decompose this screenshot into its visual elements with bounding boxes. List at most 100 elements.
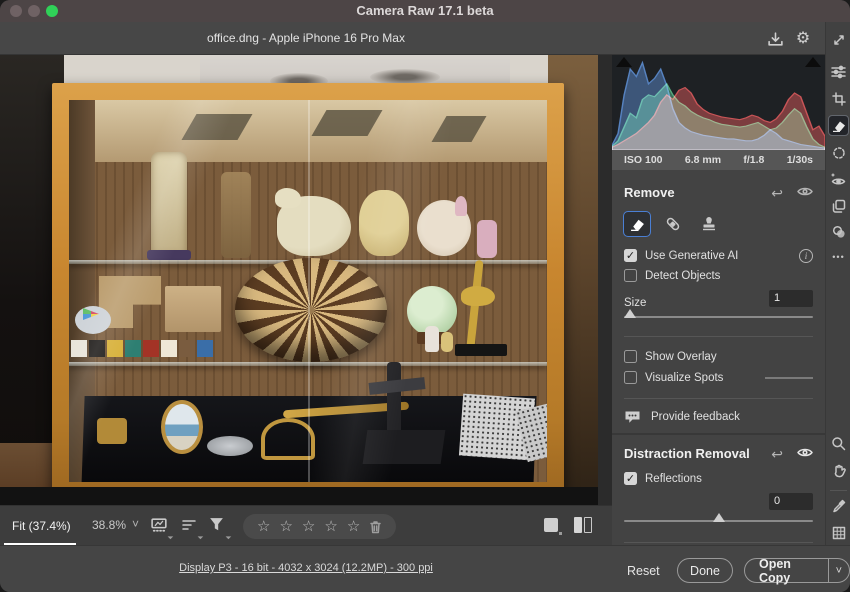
remove-feedback-label: Provide feedback [651,411,740,423]
size-slider [624,310,813,322]
bottom-bar: Display P3 - 16 bit - 4032 x 3024 (12.2M… [0,545,850,592]
more-options-icon[interactable]: ••• [829,247,848,266]
shutter-value: 1/30s [787,154,813,166]
panel-gap [598,55,612,505]
gear-icon[interactable]: ⚙ [793,29,813,49]
exif-bar: ISO 100 6.8 mm f/1.8 1/30s [612,150,825,170]
show-overlay-label: Show Overlay [645,351,717,363]
trash-icon[interactable] [369,520,382,534]
filmstrip-view-icon[interactable] [150,516,170,536]
remove-eraser-icon[interactable] [829,116,848,135]
shadow-clipping-toggle[interactable] [616,57,632,67]
eraser-tool-button[interactable] [624,212,650,236]
panel-body: Remove ↩ ✓ [612,170,825,545]
detect-objects-row[interactable]: ✓ Detect Objects [624,269,813,282]
star-icon[interactable]: ☆ [324,519,337,534]
photo-bottom-shadow [0,487,598,505]
preview-eye-icon[interactable] [797,184,813,202]
tool-strip: ••• [825,22,850,545]
snapshots-icon[interactable] [829,222,848,241]
red-eye-icon[interactable] [829,170,848,189]
star-icon[interactable]: ☆ [279,519,292,534]
iso-value: ISO 100 [624,154,663,166]
expand-icon[interactable] [829,30,848,49]
preview-eye-icon[interactable] [797,445,813,463]
distraction-header: Distraction Removal ↩ [624,445,813,463]
remove-tools [624,212,813,236]
fit-zoom-tab[interactable]: Fit (37.4%) [4,506,79,545]
hand-tool-icon[interactable] [829,462,848,481]
focal-length-value: 6.8 mm [685,154,721,166]
zoom-level[interactable]: 38.8% [92,518,126,532]
remove-title: Remove [624,185,675,200]
show-overlay-checkbox[interactable]: ✓ [624,350,637,363]
show-overlay-row[interactable]: ✓ Show Overlay [624,350,813,363]
single-view-icon[interactable] [544,518,558,532]
visualize-spots-row[interactable]: ✓ Visualize Spots [624,371,813,384]
zoom-chevron-icon[interactable]: ˅ [132,517,139,531]
divider [624,336,813,337]
reflections-row[interactable]: ✓ Reflections [624,472,813,485]
edit-sliders-icon[interactable] [829,62,848,81]
export-icon[interactable] [765,29,785,49]
remove-feedback-button[interactable]: Provide feedback [624,410,813,424]
highlight-clipping-toggle[interactable] [805,57,821,67]
masking-icon[interactable] [829,143,848,162]
reflections-slider-thumb[interactable] [713,513,725,522]
reflections-checkbox[interactable]: ✓ [624,472,637,485]
star-rating: ☆ ☆ ☆ ☆ ☆ [257,519,360,534]
reset-button[interactable]: Reset [619,560,668,582]
open-copy-button[interactable]: Open Copy ˅ [744,558,850,583]
zoom-tool-icon[interactable] [829,434,848,453]
undo-icon[interactable]: ↩ [771,187,783,199]
size-label: Size [624,297,646,309]
sort-order-icon[interactable] [180,516,200,536]
section-divider [612,433,825,435]
star-icon[interactable]: ☆ [257,519,270,534]
glass-reflection-2 [189,100,547,482]
size-slider-thumb[interactable] [624,309,636,318]
reflections-label: Reflections [645,473,702,485]
detect-objects-label: Detect Objects [645,270,720,282]
edit-panel: ISO 100 6.8 mm f/1.8 1/30s Remove ↩ [612,55,825,545]
distraction-title: Distraction Removal [624,446,750,461]
open-copy-chevron-icon[interactable]: ˅ [828,558,849,583]
size-slider-track[interactable] [624,316,813,318]
clone-stamp-tool-button[interactable] [696,212,722,236]
heal-tool-button[interactable] [660,212,686,236]
grid-icon[interactable] [829,523,848,542]
open-copy-label: Open Copy [745,557,828,585]
film-bar: Fit (37.4%) 38.8% ˅ ☆ ☆ ☆ ☆ ☆ [0,505,612,545]
star-icon[interactable]: ☆ [347,519,360,534]
remove-header: Remove ↩ [624,184,813,202]
visualize-spots-label: Visualize Spots [645,372,723,384]
visualize-spots-slider[interactable] [765,377,813,379]
use-generative-ai-label: Use Generative AI [645,250,738,262]
done-button[interactable]: Done [677,558,733,583]
undo-icon[interactable]: ↩ [771,448,783,460]
presets-icon[interactable] [829,196,848,215]
use-generative-ai-row[interactable]: ✓ Use Generative AI i [624,249,813,262]
visualize-spots-checkbox[interactable]: ✓ [624,371,637,384]
size-value-input[interactable]: 1 [769,290,813,307]
star-icon[interactable]: ☆ [302,519,315,534]
photo-preview[interactable] [0,55,598,505]
info-icon[interactable]: i [799,249,813,263]
title-bar: Camera Raw 17.1 beta [0,0,850,22]
reflections-slider [624,514,813,526]
window-title: Camera Raw 17.1 beta [0,3,850,18]
rating-pill: ☆ ☆ ☆ ☆ ☆ [243,514,396,539]
detect-objects-checkbox[interactable]: ✓ [624,269,637,282]
filter-icon[interactable] [208,516,228,536]
color-sampler-icon[interactable] [829,496,848,515]
photo-display-cabinet [52,83,564,503]
histogram[interactable] [612,55,825,150]
use-generative-ai-checkbox[interactable]: ✓ [624,249,637,262]
before-after-icon[interactable] [574,517,592,533]
size-row: Size 1 [624,293,813,311]
reflections-value-input[interactable]: 0 [769,493,813,510]
divider [624,398,813,399]
display-info-link[interactable]: Display P3 - 16 bit - 4032 x 3024 (12.2M… [0,562,612,574]
file-title: office.dng - Apple iPhone 16 Pro Max [0,31,612,45]
crop-icon[interactable] [829,89,848,108]
